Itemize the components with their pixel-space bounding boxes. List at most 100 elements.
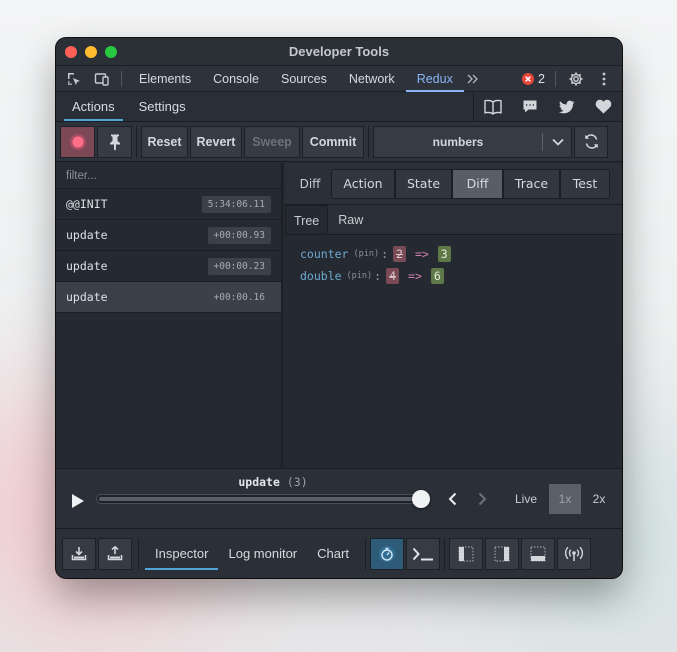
record-icon — [69, 133, 86, 150]
error-count-badge[interactable]: 2 — [522, 71, 545, 87]
tab-inspector[interactable]: Inspector — [145, 538, 219, 570]
import-button[interactable] — [62, 537, 96, 570]
tab-redux[interactable]: Redux — [405, 66, 464, 92]
tab-diff[interactable]: Diff — [452, 168, 503, 199]
diff-row[interactable]: counter (pin) : 2 => 3 — [285, 243, 622, 265]
toolbar-divider — [364, 537, 366, 570]
tab-action[interactable]: Action — [331, 168, 395, 199]
layout-bottom-icon — [530, 546, 546, 561]
upload-icon — [107, 546, 123, 561]
toolbar-divider — [368, 125, 369, 158]
chevron-down-icon — [544, 127, 572, 157]
action-list-item-selected[interactable]: update +00:00.16 — [56, 282, 281, 313]
dispatcher-layout-button[interactable] — [484, 537, 519, 570]
timeline-track[interactable] — [96, 494, 428, 504]
terminal-button[interactable] — [405, 537, 440, 570]
title-bar: Developer Tools — [56, 38, 622, 66]
bottom-layout-button[interactable] — [520, 537, 555, 570]
chevron-right-icon[interactable] — [470, 487, 494, 511]
heart-icon[interactable] — [585, 92, 622, 121]
diff-row[interactable]: double (pin) : 4 => 6 — [285, 265, 622, 287]
tab-test[interactable]: Test — [560, 168, 610, 199]
inspector-tab-row: Diff Action State Diff Trace Test — [285, 163, 622, 205]
double-chevron-right-icon[interactable] — [464, 66, 482, 92]
commit-button[interactable]: Commit — [302, 125, 364, 158]
action-list-panel: filter... @@INIT 5:34:06.11 update +00:0… — [56, 163, 283, 467]
diff-pin[interactable]: (pin) — [347, 271, 373, 281]
action-name: update — [66, 228, 108, 242]
action-name: @@INIT — [66, 197, 108, 211]
timeline-fill — [99, 497, 425, 501]
diff-tree: counter (pin) : 2 => 3 double (pin) : 4 … — [285, 235, 622, 287]
tab-chart[interactable]: Chart — [307, 538, 359, 570]
sync-icon — [584, 134, 598, 149]
layout-right-icon — [494, 546, 510, 561]
action-list-item[interactable]: update +00:00.93 — [56, 220, 281, 251]
close-window-button[interactable] — [65, 46, 77, 58]
action-list-item[interactable]: @@INIT 5:34:06.11 — [56, 189, 281, 220]
kebab-menu-icon[interactable] — [596, 70, 612, 88]
diff-arrow: => — [408, 269, 422, 283]
devtools-tab-bar: Elements Console Sources Network Redux 2 — [56, 66, 622, 92]
twitter-icon[interactable] — [548, 92, 585, 121]
slider-action-count: (3) — [286, 475, 308, 489]
reset-button[interactable]: Reset — [141, 125, 188, 158]
minimize-window-button[interactable] — [85, 46, 97, 58]
action-timestamp: +00:00.23 — [207, 257, 271, 275]
speed-2x-button[interactable]: 2x — [583, 484, 615, 514]
live-button[interactable]: Live — [508, 484, 544, 514]
revert-button[interactable]: Revert — [190, 125, 242, 158]
diff-old-value: 4 — [386, 268, 400, 284]
layout-left-icon — [458, 546, 474, 561]
select-divider — [542, 132, 543, 151]
sweep-button[interactable]: Sweep — [244, 125, 300, 158]
tab-sources[interactable]: Sources — [270, 66, 338, 92]
inspector-panel: Diff Action State Diff Trace Test Tree R… — [285, 163, 622, 467]
tab-elements[interactable]: Elements — [128, 66, 202, 92]
tab-state[interactable]: State — [395, 168, 452, 199]
tab-tree[interactable]: Tree — [285, 205, 329, 234]
filter-input[interactable]: filter... — [56, 163, 281, 189]
devtools-window: Developer Tools Elements Console Sources… — [56, 38, 622, 578]
device-toolbar-icon[interactable] — [89, 66, 115, 92]
slider-layout-button[interactable] — [448, 537, 483, 570]
action-name: update — [66, 259, 108, 273]
tab-settings[interactable]: Settings — [131, 92, 194, 121]
chevron-left-icon[interactable] — [440, 487, 464, 511]
pin-button[interactable] — [97, 125, 132, 158]
action-timestamp: +00:00.16 — [207, 288, 271, 306]
timeline-thumb[interactable] — [412, 490, 430, 508]
action-list-item[interactable]: update +00:00.23 — [56, 251, 281, 282]
speed-1x-button[interactable]: 1x — [549, 484, 581, 514]
remote-button[interactable] — [556, 537, 591, 570]
broadcast-icon — [564, 546, 583, 561]
chat-icon[interactable] — [511, 92, 548, 121]
dispatcher-button[interactable] — [369, 537, 404, 570]
sync-button[interactable] — [574, 125, 608, 158]
record-button[interactable] — [60, 125, 95, 158]
error-count: 2 — [538, 72, 545, 86]
monitor-subtabs: Actions Settings — [56, 92, 622, 122]
inspector-tabs: Action State Diff Trace Test — [331, 168, 610, 199]
book-icon[interactable] — [474, 92, 511, 121]
inspect-element-icon[interactable] — [59, 66, 89, 92]
gear-icon[interactable] — [566, 70, 586, 88]
zoom-window-button[interactable] — [105, 46, 117, 58]
play-icon[interactable] — [66, 489, 90, 513]
tab-trace[interactable]: Trace — [503, 168, 560, 199]
timer-icon — [378, 545, 395, 562]
export-button[interactable] — [98, 537, 132, 570]
action-toolbar: Reset Revert Sweep Commit numbers — [56, 122, 622, 162]
diff-key: counter — [300, 247, 349, 261]
timeline-slider-panel: update (3) Live 1x 2x — [56, 468, 622, 528]
view-tabs: Tree Raw — [285, 205, 622, 235]
tab-actions[interactable]: Actions — [64, 92, 123, 121]
tab-network[interactable]: Network — [338, 66, 406, 92]
slider-action-name: update — [238, 475, 280, 489]
tab-log-monitor[interactable]: Log monitor — [218, 538, 307, 570]
tab-console[interactable]: Console — [202, 66, 270, 92]
diff-new-value: 6 — [430, 268, 444, 284]
diff-pin[interactable]: (pin) — [353, 249, 379, 259]
instance-select[interactable]: numbers — [373, 125, 572, 158]
tab-raw[interactable]: Raw — [330, 205, 371, 234]
